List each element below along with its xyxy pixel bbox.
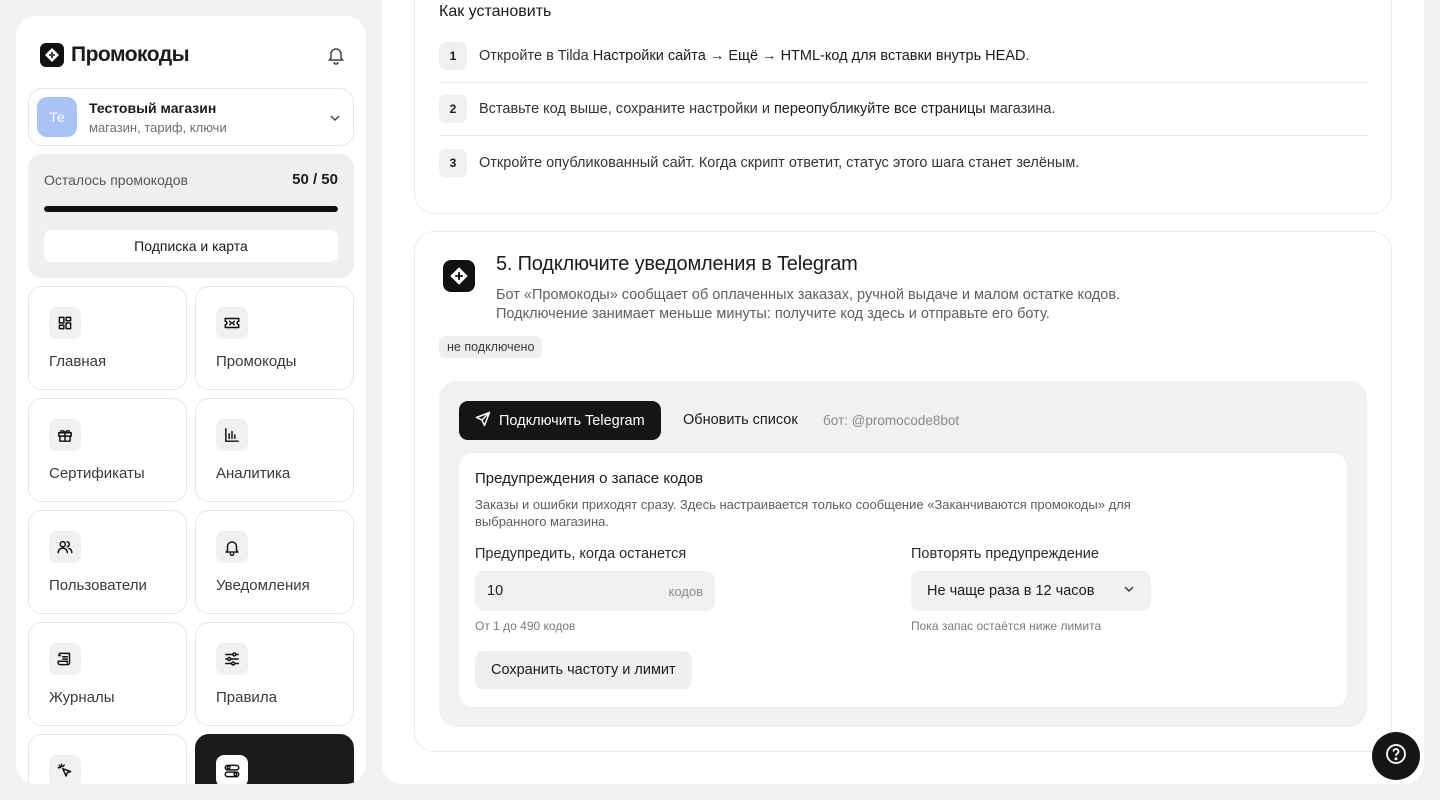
step-number: 2 [439, 95, 467, 123]
status-badge: не подключено [439, 336, 543, 358]
connect-telegram-label: Подключить Telegram [499, 412, 645, 429]
logo-icon [443, 260, 475, 292]
logo-icon [40, 43, 64, 67]
settings-toggle-icon [216, 755, 248, 784]
step-text-pre: Вставьте код выше, сохраните настройки и [479, 101, 774, 117]
repeat-hint: Пока запас остаётся ниже лимита [911, 619, 1102, 633]
step-text-emphasis: переопубликуйте все страницы [773, 101, 986, 117]
telegram-panel: Подключить Telegram Обновить список бот:… [439, 381, 1367, 727]
step-text: Откройте в Tilda Настройки сайта → Ещё →… [479, 48, 1030, 64]
store-selector[interactable]: Те Тестовый магазин магазин, тариф, ключ… [28, 88, 354, 146]
bell-icon [216, 531, 248, 563]
stock-warnings-section: Предупреждения о запасе кодов Заказы и о… [459, 453, 1347, 707]
threshold-label: Предупредить, когда останется [475, 546, 687, 562]
help-button[interactable] [1372, 732, 1420, 780]
step-text-post: . [1025, 48, 1030, 64]
quota-label: Осталось промокодов [44, 172, 188, 188]
scroll-icon [49, 643, 81, 675]
sidebar-item-9[interactable] [28, 734, 187, 784]
notifications-bell-icon[interactable] [326, 45, 346, 65]
sidebar: Промокоды Те Тестовый магазин магазин, т… [16, 16, 366, 784]
chevron-down-icon [1123, 583, 1135, 599]
subscription-button[interactable]: Подписка и карта [44, 230, 338, 262]
quota-progress [44, 206, 338, 212]
threshold-input[interactable] [487, 583, 627, 599]
ticket-icon [216, 307, 248, 339]
sidebar-item-8[interactable]: Правила [195, 622, 354, 726]
sidebar-item-6[interactable]: Уведомления [195, 510, 354, 614]
repeat-select[interactable]: Не чаще раза в 12 часов [911, 571, 1151, 611]
telegram-card: 5. Подключите уведомления в Telegram Бот… [414, 231, 1392, 752]
repeat-value: Не чаще раза в 12 часов [927, 583, 1095, 599]
save-frequency-button[interactable]: Сохранить частоту и лимит [475, 651, 692, 689]
install-step: 1 Откройте в Tilda Настройки сайта → Ещё … [439, 30, 1368, 83]
sidebar-item-1[interactable]: Главная [28, 286, 187, 390]
click-icon [49, 755, 81, 784]
sidebar-item-10[interactable] [195, 734, 354, 784]
install-title: Как установить [439, 3, 552, 20]
repeat-label: Повторять предупреждение [911, 546, 1099, 562]
users-icon [49, 531, 81, 563]
step-text-post: магазина. [985, 101, 1056, 117]
refresh-list-button[interactable]: Обновить список [683, 412, 798, 428]
telegram-title: 5. Подключите уведомления в Telegram [496, 253, 858, 275]
step-text-emphasis: Настройки сайта → Ещё → HTML-код для вст… [592, 48, 1026, 64]
sidebar-item-label: Правила [216, 689, 277, 706]
threshold-unit: кодов [668, 583, 704, 599]
sidebar-item-5[interactable]: Пользователи [28, 510, 187, 614]
store-name: Тестовый магазин [89, 99, 217, 116]
quota-card: Осталось промокодов 50 / 50 Подписка и к… [28, 154, 354, 278]
bot-handle: бот: @promocode8bot [823, 413, 960, 428]
warnings-title: Предупреждения о запасе кодов [475, 470, 704, 487]
step-number: 3 [439, 148, 467, 177]
install-step: 3 Откройте опубликованный сайт. Когда скр… [439, 136, 1368, 189]
sidebar-item-label: Промокоды [216, 353, 297, 370]
threshold-field[interactable]: кодов [475, 571, 715, 611]
sidebar-item-label: Журналы [49, 689, 115, 706]
connect-telegram-button[interactable]: Подключить Telegram [459, 401, 661, 440]
step-text-pre: Откройте в Tilda [479, 48, 593, 64]
install-step: 2 Вставьте код выше, сохраните настройки … [439, 83, 1368, 136]
brand-name: Промокоды [71, 43, 190, 66]
bar-chart-icon [216, 419, 248, 451]
store-avatar: Те [37, 97, 77, 137]
sidebar-item-4[interactable]: Аналитика [195, 398, 354, 502]
threshold-hint: От 1 до 490 кодов [475, 619, 576, 633]
quota-progress-fill [44, 206, 338, 212]
quota-value: 50 / 50 [292, 171, 338, 188]
dashboard-icon [49, 307, 81, 339]
sidebar-item-label: Уведомления [216, 577, 310, 594]
step-text: Вставьте код выше, сохраните настройки и… [479, 101, 1056, 117]
sidebar-item-label: Аналитика [216, 465, 291, 482]
main-content: Как установить 1 Откройте в Tilda Настрой… [382, 0, 1424, 784]
sidebar-item-label: Сертификаты [49, 465, 145, 482]
help-icon [1384, 742, 1408, 771]
sidebar-item-label: Пользователи [49, 577, 147, 594]
sidebar-item-2[interactable]: Промокоды [195, 286, 354, 390]
step-text-pre: Откройте опубликованный сайт. Когда скри… [479, 154, 1080, 171]
sidebar-item-7[interactable]: Журналы [28, 622, 187, 726]
send-icon [475, 411, 491, 431]
gift-icon [49, 419, 81, 451]
sliders-icon [216, 643, 248, 675]
step-number: 1 [439, 42, 467, 70]
chevron-down-icon [329, 111, 341, 129]
telegram-description: Бот «Промокоды» сообщает об оплаченных з… [496, 287, 1121, 322]
store-subtitle: магазин, тариф, ключи [89, 119, 227, 135]
step-text: Откройте опубликованный сайт. Когда скри… [479, 155, 1079, 171]
brand[interactable]: Промокоды [40, 43, 190, 67]
sidebar-item-label: Главная [49, 353, 107, 370]
warnings-description: Заказы и ошибки приходят сразу. Здесь на… [475, 497, 1131, 529]
sidebar-item-3[interactable]: Сертификаты [28, 398, 187, 502]
